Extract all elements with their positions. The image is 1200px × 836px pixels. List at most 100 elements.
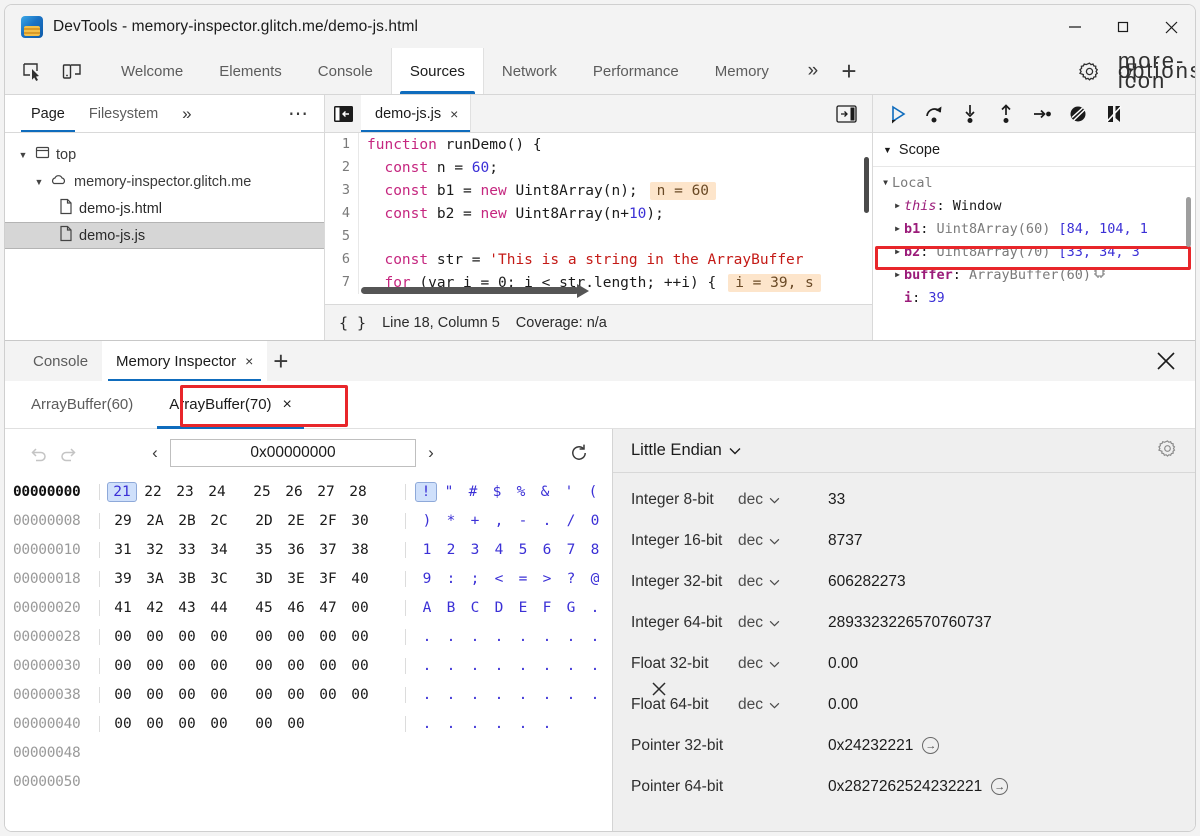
nav-dots-icon[interactable]: ⋯	[288, 95, 310, 132]
more-tabs-icon[interactable]: »	[797, 55, 829, 87]
prev-page-button[interactable]: ‹	[144, 440, 166, 466]
ascii-char[interactable]: .	[439, 687, 463, 703]
show-debugger-icon[interactable]	[830, 98, 862, 130]
hex-byte[interactable]: 35	[248, 542, 280, 558]
ascii-char[interactable]: )	[415, 513, 439, 529]
value-mode-selector[interactable]: dec	[738, 532, 828, 550]
ascii-char[interactable]: A	[415, 600, 439, 616]
scope-scrollbar[interactable]	[1186, 197, 1191, 247]
hex-byte[interactable]: 39	[107, 571, 139, 587]
hex-byte[interactable]: 26	[278, 484, 310, 500]
ascii-char[interactable]: .	[415, 687, 439, 703]
hex-byte[interactable]: 41	[107, 600, 139, 616]
show-navigator-icon[interactable]	[325, 95, 361, 132]
hex-byte[interactable]: 3C	[203, 571, 235, 587]
tab-console[interactable]: Console	[300, 48, 391, 94]
tree-item-origin[interactable]: ▼ memory-inspector.glitch.me	[5, 168, 324, 195]
hex-byte[interactable]: 3A	[139, 571, 171, 587]
hex-byte[interactable]: 00	[312, 629, 344, 645]
hex-byte[interactable]: 34	[203, 542, 235, 558]
ascii-char[interactable]: ;	[463, 571, 487, 587]
ascii-char[interactable]: .	[415, 716, 439, 732]
ascii-char[interactable]: .	[535, 513, 559, 529]
hex-byte[interactable]: 21	[107, 482, 137, 502]
hex-byte[interactable]: 00	[171, 716, 203, 732]
ascii-char[interactable]: *	[439, 513, 463, 529]
ascii-char[interactable]: .	[487, 629, 511, 645]
ascii-char[interactable]: .	[439, 658, 463, 674]
hex-byte[interactable]: 2E	[280, 513, 312, 529]
value-mode-selector[interactable]: dec	[738, 655, 828, 673]
hex-byte[interactable]: 00	[280, 716, 312, 732]
minimize-icon[interactable]	[1051, 5, 1099, 49]
ascii-char[interactable]: .	[487, 658, 511, 674]
ascii-char[interactable]: $	[485, 484, 509, 500]
value-mode-selector[interactable]: dec	[738, 491, 828, 509]
endianness-selector[interactable]: Little Endian	[631, 441, 741, 460]
hex-byte[interactable]: 00	[280, 658, 312, 674]
hex-byte[interactable]: 33	[171, 542, 203, 558]
ascii-char[interactable]: .	[511, 658, 535, 674]
hex-byte[interactable]: 27	[310, 484, 342, 500]
hex-byte[interactable]: 2A	[139, 513, 171, 529]
ascii-char[interactable]: .	[511, 716, 535, 732]
buffer-tab-arraybuffer-60[interactable]: ArrayBuffer(60)	[13, 381, 151, 429]
chevron-right-icon[interactable]: ▶	[891, 270, 904, 279]
ascii-char[interactable]: -	[511, 513, 535, 529]
redo-icon[interactable]	[53, 438, 83, 468]
ascii-char[interactable]: 6	[535, 542, 559, 558]
hex-byte[interactable]: 29	[107, 513, 139, 529]
hex-byte[interactable]: 2F	[312, 513, 344, 529]
gear-icon[interactable]	[1158, 439, 1177, 463]
hex-byte[interactable]: 00	[171, 658, 203, 674]
hex-byte[interactable]: 32	[139, 542, 171, 558]
ascii-char[interactable]: 2	[439, 542, 463, 558]
ascii-char[interactable]: .	[439, 716, 463, 732]
ascii-char[interactable]: #	[461, 484, 485, 500]
chevron-right-icon[interactable]: ▶	[891, 201, 904, 210]
ascii-char[interactable]: D	[487, 600, 511, 616]
hex-byte[interactable]: 00	[248, 658, 280, 674]
refresh-icon[interactable]	[564, 438, 594, 468]
hex-byte[interactable]: 44	[203, 600, 235, 616]
format-code-icon[interactable]: { }	[339, 314, 366, 332]
hex-byte[interactable]: 24	[201, 484, 233, 500]
resume-button[interactable]	[881, 99, 914, 129]
ascii-char[interactable]: .	[463, 658, 487, 674]
hex-byte[interactable]: 28	[342, 484, 374, 500]
hex-byte[interactable]: 00	[107, 687, 139, 703]
pause-on-exceptions-icon[interactable]	[1097, 99, 1130, 129]
ascii-char[interactable]: .	[415, 629, 439, 645]
hex-byte[interactable]: 00	[280, 629, 312, 645]
hex-byte[interactable]: 36	[280, 542, 312, 558]
hex-byte[interactable]: 2C	[203, 513, 235, 529]
close-icon[interactable]: ×	[450, 106, 458, 122]
hex-byte[interactable]: 00	[203, 716, 235, 732]
scope-row-i[interactable]: i : 39	[873, 286, 1195, 309]
deactivate-breakpoints-icon[interactable]	[1061, 99, 1094, 129]
scope-row-b2[interactable]: ▶ b2 : Uint8Array(70) [33, 34, 3	[873, 240, 1195, 263]
hex-byte[interactable]: 2B	[171, 513, 203, 529]
gear-icon[interactable]	[1073, 55, 1105, 87]
ascii-char[interactable]: 1	[415, 542, 439, 558]
ascii-char[interactable]: 5	[511, 542, 535, 558]
hex-byte[interactable]: 47	[312, 600, 344, 616]
hex-byte[interactable]: 45	[248, 600, 280, 616]
ascii-char[interactable]: +	[463, 513, 487, 529]
ascii-char[interactable]: 3	[463, 542, 487, 558]
hex-byte[interactable]: 00	[107, 629, 139, 645]
tab-welcome[interactable]: Welcome	[103, 48, 201, 94]
ascii-char[interactable]: .	[463, 687, 487, 703]
hex-byte[interactable]: 46	[280, 600, 312, 616]
hex-byte[interactable]: 00	[139, 629, 171, 645]
ascii-char[interactable]: /	[559, 513, 583, 529]
chevron-right-icon[interactable]: ▶	[891, 224, 904, 233]
ascii-char[interactable]: 9	[415, 571, 439, 587]
ascii-char[interactable]: 0	[583, 513, 607, 529]
hex-byte[interactable]: 00	[344, 600, 376, 616]
ascii-char[interactable]: .	[511, 629, 535, 645]
ascii-char[interactable]: .	[559, 687, 583, 703]
tab-performance[interactable]: Performance	[575, 48, 697, 94]
hex-byte[interactable]: 38	[344, 542, 376, 558]
hex-byte[interactable]: 3F	[312, 571, 344, 587]
